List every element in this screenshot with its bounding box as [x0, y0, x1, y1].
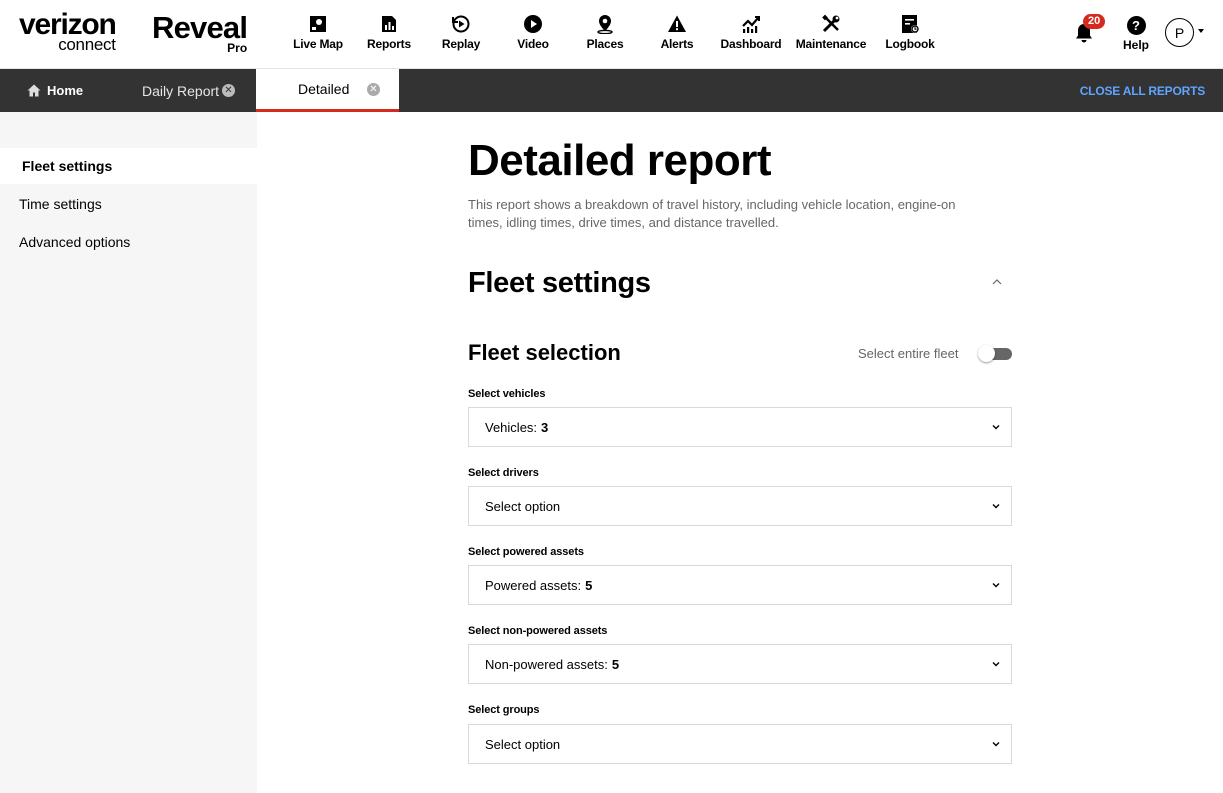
select-value: 5	[585, 577, 593, 593]
sidebar-item-time-settings[interactable]: Time settings	[0, 186, 257, 222]
page-title: Detailed report	[468, 136, 772, 185]
tab-detailed-label: Detailed	[298, 81, 350, 97]
user-menu-caret-icon[interactable]	[1198, 29, 1204, 33]
reveal-pro-logo[interactable]: Reveal Pro	[152, 10, 248, 54]
non-powered-assets-select[interactable]: Non-powered assets: 5	[468, 644, 1012, 684]
home-icon	[27, 84, 41, 97]
tab-home[interactable]: Home	[27, 83, 83, 98]
tab-daily-label: Daily Report	[142, 82, 220, 99]
nav-alerts[interactable]: Alerts	[637, 14, 717, 51]
field-label: Select vehicles	[468, 388, 546, 400]
user-avatar[interactable]: P	[1165, 18, 1194, 47]
select-text: Select option	[485, 736, 561, 752]
nav-label: Live Map	[293, 37, 343, 51]
notification-count-badge[interactable]: 20	[1083, 14, 1106, 29]
nav-reports[interactable]: Reports	[349, 14, 429, 51]
nav-label: Alerts	[660, 37, 694, 51]
help-icon: ?	[1126, 16, 1146, 35]
nav-label: Reports	[367, 37, 411, 51]
nav-label: Maintenance	[795, 37, 867, 51]
select-value: 3	[541, 419, 549, 435]
sidebar-item-fleet-settings[interactable]: Fleet settings	[0, 148, 257, 184]
toggle-knob	[978, 345, 995, 362]
replay-icon	[452, 15, 470, 33]
tools-icon	[822, 14, 840, 33]
drivers-select[interactable]: Select option	[468, 486, 1012, 526]
dashboard-icon	[742, 16, 760, 33]
logo-product: Reveal	[152, 10, 248, 45]
chevron-down-icon	[992, 583, 1000, 588]
vehicles-select[interactable]: Vehicles: 3	[468, 407, 1012, 447]
nav-label: Logbook	[885, 37, 935, 51]
field-label: Select groups	[468, 704, 540, 716]
nav-replay[interactable]: Replay	[421, 14, 501, 51]
logbook-icon	[902, 15, 919, 33]
powered-assets-select[interactable]: Powered assets: 5	[468, 565, 1012, 605]
select-text: Powered assets:	[485, 577, 582, 593]
select-value: 5	[611, 656, 620, 672]
report-tab-bar: Home Daily Report ✕ Detailed ✕ CLOSE ALL…	[0, 69, 1223, 112]
groups-select[interactable]: Select option	[468, 724, 1012, 764]
reports-icon	[382, 16, 396, 32]
select-text: Non-powered assets:	[485, 656, 608, 672]
nav-label: Places	[586, 37, 624, 51]
tab-daily-report[interactable]: Daily Report ✕	[110, 69, 256, 112]
close-tab-icon[interactable]: ✕	[367, 83, 380, 96]
chevron-down-icon	[992, 662, 1000, 667]
select-text: Select option	[485, 498, 561, 514]
close-all-reports-link[interactable]: CLOSE ALL REPORTS	[1080, 84, 1205, 98]
report-sidebar: Fleet settings Time settings Advanced op…	[0, 112, 257, 793]
sidebar-item-advanced-options[interactable]: Advanced options	[0, 224, 257, 260]
field-label: Select drivers	[468, 467, 539, 479]
help-label: Help	[1122, 38, 1149, 52]
select-text: Vehicles:	[485, 419, 538, 435]
nav-logbook[interactable]: Logbook	[870, 14, 950, 51]
close-tab-icon[interactable]: ✕	[222, 84, 235, 97]
chevron-up-icon[interactable]	[991, 278, 1003, 286]
nav-live-map[interactable]: Live Map	[278, 14, 358, 51]
nav-video[interactable]: Video	[493, 14, 573, 51]
nav-places[interactable]: Places	[565, 14, 645, 51]
section-title: Fleet settings	[468, 267, 651, 299]
location-pin-icon	[597, 15, 613, 34]
chevron-down-icon	[992, 425, 1000, 430]
page-description: This report shows a breakdown of travel …	[468, 197, 956, 230]
nav-label: Video	[517, 37, 549, 51]
nav-maintenance[interactable]: Maintenance	[791, 14, 871, 51]
field-label: Select powered assets	[468, 546, 584, 558]
field-label: Select non-powered assets	[468, 625, 608, 637]
warning-icon	[668, 15, 686, 32]
select-entire-fleet-toggle[interactable]	[978, 345, 1012, 362]
nav-label: Dashboard	[720, 37, 782, 51]
select-entire-fleet-label: Select entire fleet	[858, 346, 959, 361]
top-header: verizon connect Reveal Pro Live Map Repo…	[0, 0, 1223, 69]
chevron-down-icon	[992, 504, 1000, 509]
chevron-down-icon	[992, 742, 1000, 747]
subsection-title: Fleet selection	[468, 340, 621, 365]
play-icon	[524, 15, 542, 33]
tab-home-label: Home	[47, 83, 84, 98]
nav-dashboard[interactable]: Dashboard	[711, 14, 791, 51]
map-pin-icon	[310, 16, 326, 32]
verizon-connect-logo[interactable]: verizon connect	[19, 10, 117, 54]
nav-label: Replay	[441, 37, 481, 51]
help-button[interactable]: ? Help	[1120, 16, 1152, 52]
tab-detailed[interactable]: Detailed ✕	[256, 69, 399, 112]
